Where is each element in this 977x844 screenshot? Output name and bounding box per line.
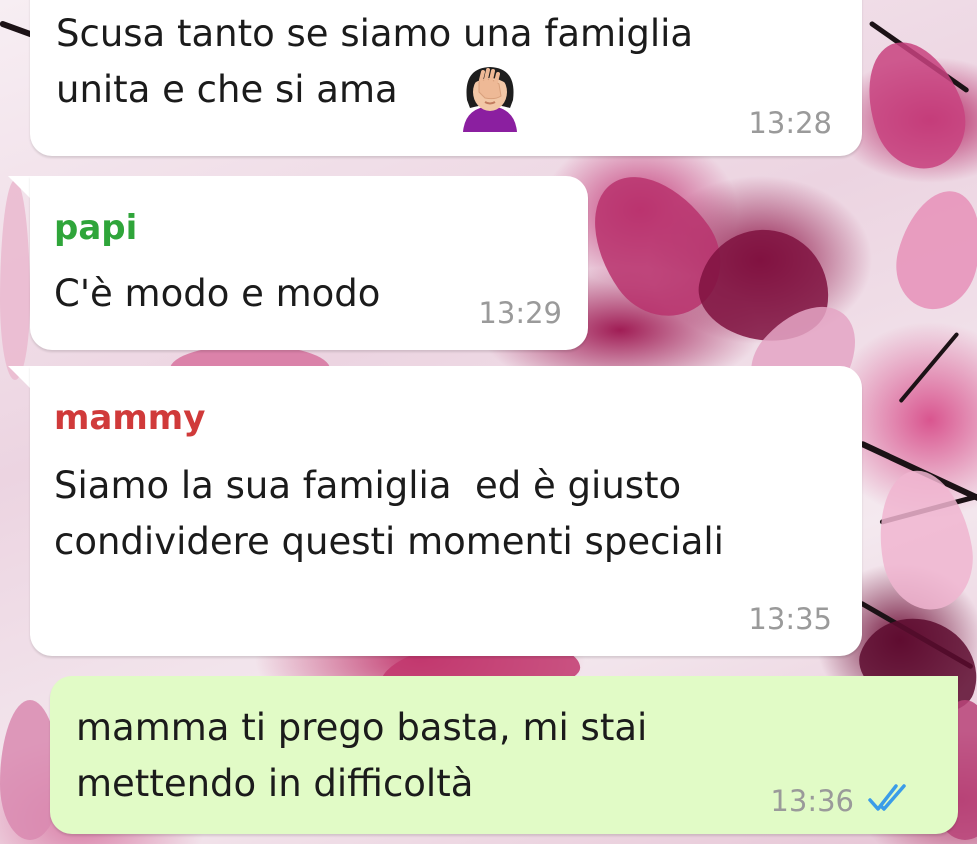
message-bubble-incoming[interactable]: papi C'è modo e modo 13:29 [30,176,588,350]
bubble-tail [8,176,30,198]
message-bubble-incoming[interactable]: mammy Siamo la sua famiglia ed è giusto … [30,366,862,656]
message-timestamp: 13:36 [770,784,854,818]
double-check-read-icon [866,780,914,816]
message-timestamp: 13:35 [748,602,832,636]
message-text: C'è modo e modo [54,272,381,315]
woman-facepalming-icon [455,62,525,132]
sender-name[interactable]: papi [54,208,137,248]
message-bubble-incoming[interactable]: Scusa tanto se siamo una famiglia unita … [30,0,862,156]
message-timestamp: 13:28 [748,106,832,140]
message-bubble-outgoing[interactable]: mamma ti prego basta, mi stai mettendo i… [50,676,958,834]
message-timestamp: 13:29 [478,296,562,330]
sender-name[interactable]: mammy [54,398,205,438]
message-text: Siamo la sua famiglia ed è giusto condiv… [54,464,724,563]
message-text: Scusa tanto se siamo una famiglia unita … [56,12,694,111]
bubble-tail [8,366,30,388]
message-text: mamma ti prego basta, mi stai mettendo i… [76,706,648,805]
